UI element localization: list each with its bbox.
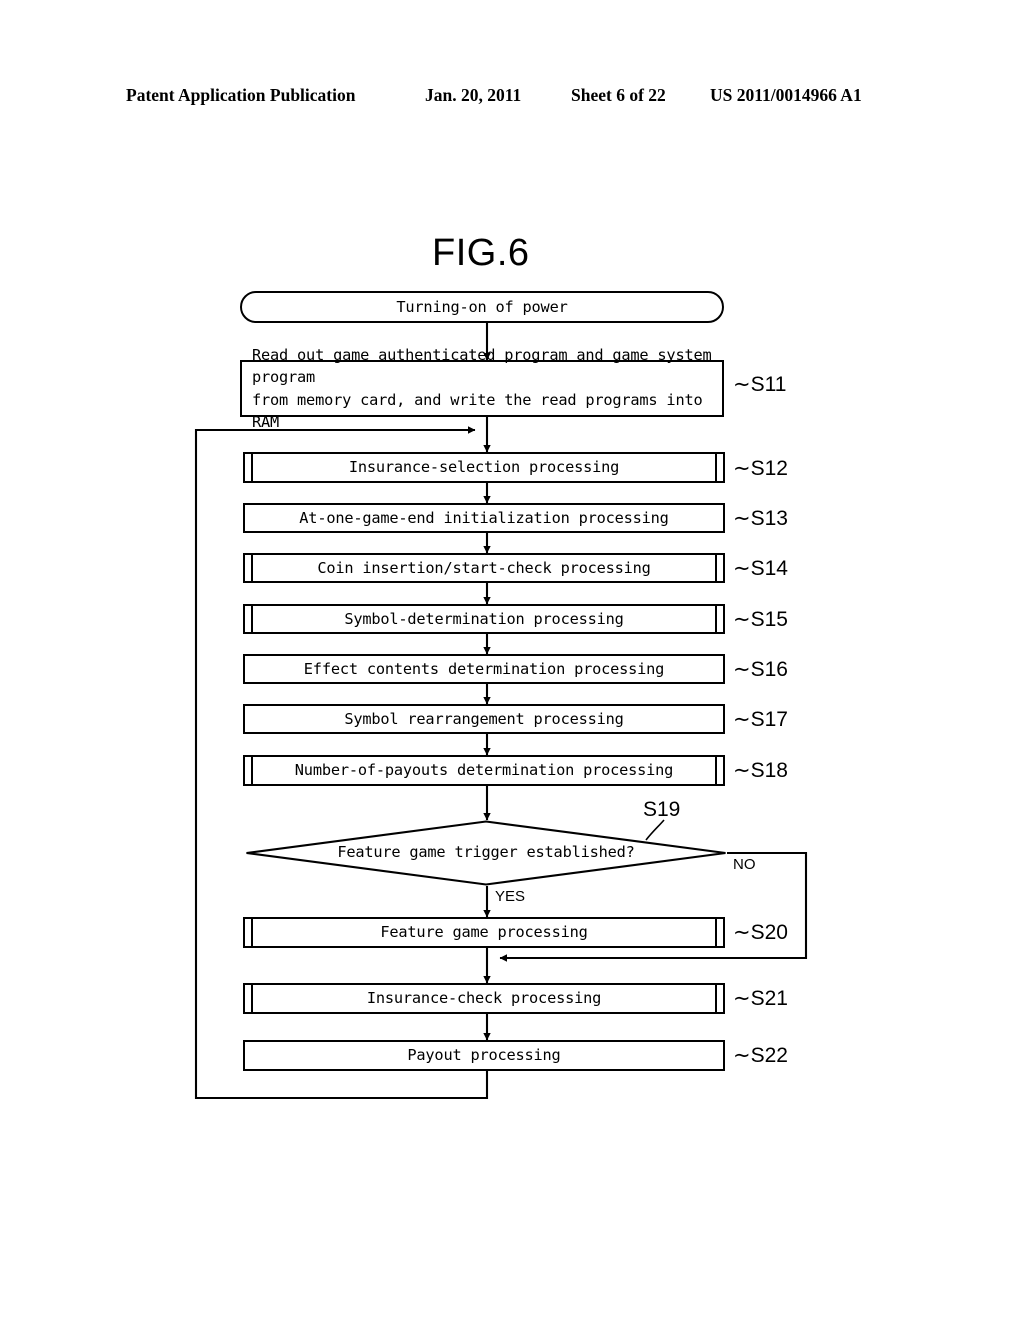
step-tag-s22: ∼S22 [733, 1044, 788, 1067]
step-tag-s19-leader [645, 819, 665, 841]
step-tag-s15: ∼S15 [733, 608, 788, 631]
flow-node-s11: Read out game authenticated program and … [240, 346, 724, 431]
flow-node-s20-label: Feature game processing [380, 923, 588, 942]
flow-node-s11-label: Read out game authenticated program and … [252, 346, 712, 431]
flow-node-start-label: Turning-on of power [396, 297, 568, 316]
branch-label-no: NO [733, 856, 756, 873]
step-tag-s16: ∼S16 [733, 658, 788, 681]
flow-node-s15-label: Symbol-determination processing [344, 609, 624, 628]
flow-node-s17-label: Symbol rearrangement processing [344, 709, 624, 728]
step-tag-s21: ∼S21 [733, 987, 788, 1010]
flow-node-s21: Insurance-check processing [243, 983, 725, 1014]
step-tag-s13: ∼S13 [733, 507, 788, 530]
flow-node-s16: Effect contents determination processing [243, 654, 725, 684]
flow-node-s13: At-one-game-end initialization processin… [243, 503, 725, 533]
step-tag-s17: ∼S17 [733, 708, 788, 731]
flow-node-s14: Coin insertion/start-check processing [243, 553, 725, 583]
flow-node-start: Turning-on of power [240, 291, 724, 323]
flow-node-s16-label: Effect contents determination processing [303, 659, 665, 678]
flow-node-s14-label: Coin insertion/start-check processing [317, 558, 651, 577]
step-tag-s18: ∼S18 [733, 759, 788, 782]
flow-node-s20: Feature game processing [243, 917, 725, 948]
step-tag-s20: ∼S20 [733, 921, 788, 944]
flow-node-s21-label: Insurance-check processing [366, 989, 602, 1008]
flow-node-s18: Number-of-payouts determination processi… [243, 755, 725, 786]
flow-node-s15: Symbol-determination processing [243, 604, 725, 634]
flow-node-s22-label: Payout processing [407, 1046, 561, 1065]
branch-label-yes: YES [495, 888, 526, 905]
flow-node-s12: Insurance-selection processing [243, 452, 725, 483]
flow-node-s22: Payout processing [243, 1040, 725, 1071]
step-tag-s11: ∼S11 [733, 373, 787, 396]
flow-node-s18-label: Number-of-payouts determination processi… [294, 761, 674, 780]
flow-node-s13-label: At-one-game-end initialization processin… [299, 508, 669, 527]
flow-node-s12-label: Insurance-selection processing [348, 458, 620, 477]
step-tag-s14: ∼S14 [733, 557, 788, 580]
flow-node-s17: Symbol rearrangement processing [243, 704, 725, 734]
step-tag-s12: ∼S12 [733, 457, 788, 480]
